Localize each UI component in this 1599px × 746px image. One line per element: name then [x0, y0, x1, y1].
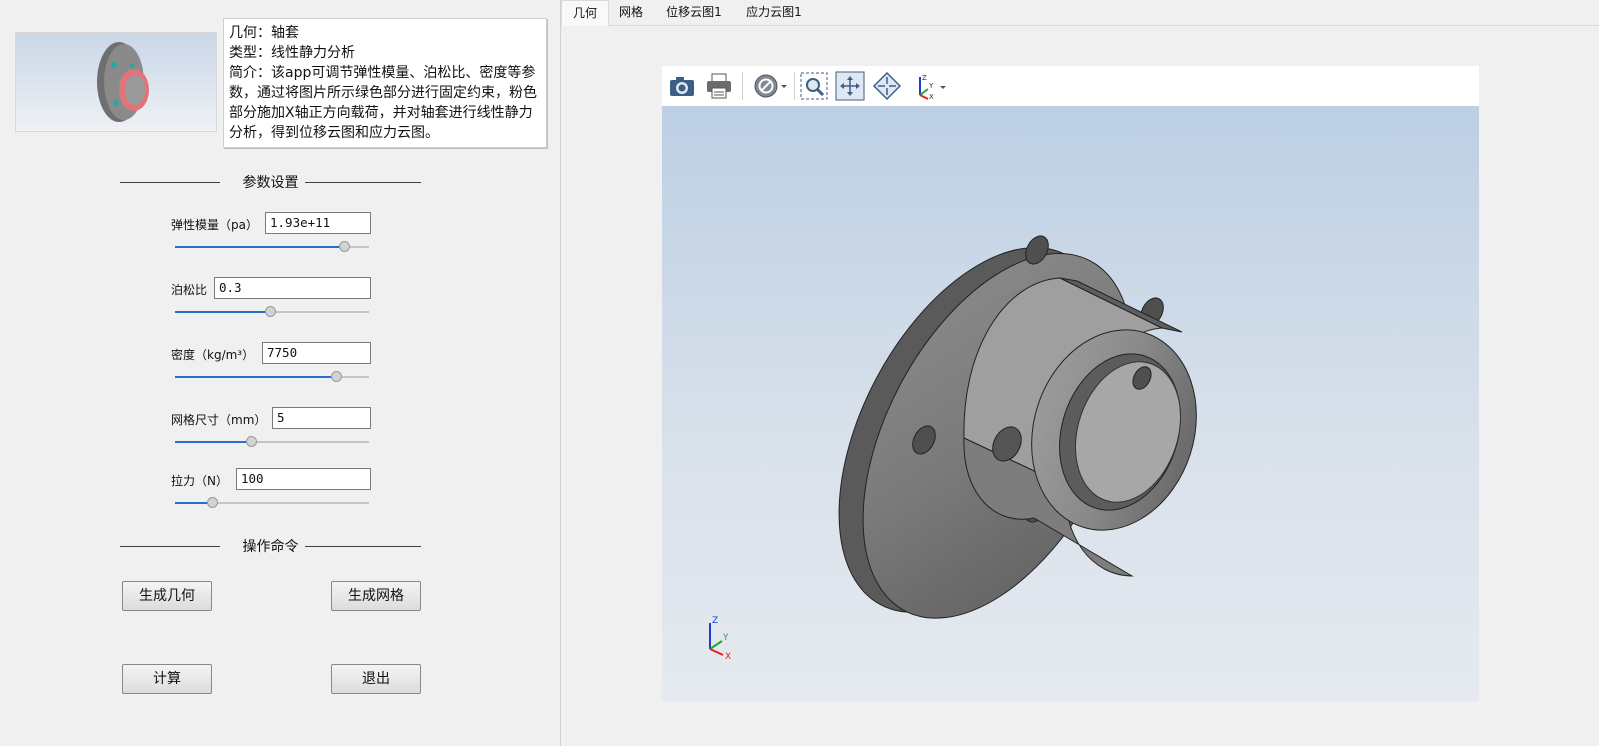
- force-slider[interactable]: [175, 497, 369, 509]
- description-type: 类型：线性静力分析: [229, 45, 355, 61]
- description-geometry: 几何：轴套: [229, 25, 299, 41]
- axis-z-label: Z: [712, 616, 718, 626]
- exit-button[interactable]: 退出: [331, 664, 421, 694]
- panel-divider: [560, 0, 561, 746]
- commands-section-title: 操作命令: [236, 539, 305, 555]
- tab-displacement[interactable]: 位移云图1: [661, 0, 727, 24]
- graphics-toolbar: ZYX: [662, 66, 1479, 106]
- param-label-mesh-size: 网格尺寸（mm）: [171, 413, 267, 427]
- axis-x-label: X: [725, 652, 731, 661]
- axis-triad: Z Y X: [709, 616, 731, 661]
- print-icon[interactable]: [704, 71, 734, 101]
- params-section-header: 参数设置: [120, 172, 421, 192]
- force-input[interactable]: 100: [236, 468, 371, 490]
- tab-geometry[interactable]: 几何: [561, 0, 609, 26]
- param-label-poisson: 泊松比: [171, 283, 208, 297]
- graphics-viewer[interactable]: ZYX Z Y X: [662, 66, 1479, 701]
- axis-y-label: Y: [722, 633, 729, 643]
- slider-handle[interactable]: [338, 241, 350, 252]
- param-label-youngs-modulus: 弹性模量（pa）: [171, 218, 258, 232]
- density-slider[interactable]: [175, 371, 369, 383]
- zoom-extents-icon[interactable]: [835, 71, 865, 101]
- svg-text:X: X: [929, 93, 934, 101]
- tab-stress[interactable]: 应力云图1: [741, 0, 807, 24]
- hide-icon[interactable]: [752, 71, 790, 101]
- bushing-model: [838, 235, 1197, 619]
- zoom-box-icon[interactable]: [799, 71, 829, 101]
- params-section-title: 参数设置: [236, 175, 305, 191]
- density-input[interactable]: 7750: [262, 342, 371, 364]
- slider-handle[interactable]: [331, 371, 343, 382]
- toolbar-separator: [794, 72, 795, 100]
- youngs-modulus-slider[interactable]: [175, 241, 369, 253]
- axis-orientation-icon[interactable]: ZYX: [912, 71, 948, 101]
- generate-mesh-button[interactable]: 生成网格: [331, 581, 421, 611]
- param-label-density: 密度（kg/m³）: [171, 348, 255, 362]
- poisson-ratio-slider[interactable]: [175, 306, 369, 318]
- param-label-force: 拉力（N）: [171, 474, 228, 488]
- svg-text:Z: Z: [922, 74, 927, 82]
- tab-mesh[interactable]: 网格: [611, 0, 651, 24]
- slider-handle[interactable]: [245, 436, 257, 447]
- 3d-canvas[interactable]: Z Y X: [662, 106, 1479, 701]
- toolbar-separator: [742, 72, 743, 100]
- compute-button[interactable]: 计算: [122, 664, 212, 694]
- slider-handle[interactable]: [265, 306, 277, 317]
- mesh-size-slider[interactable]: [175, 436, 369, 448]
- youngs-modulus-input[interactable]: 1.93e+11: [265, 212, 371, 234]
- description-intro: 简介：该app可调节弹性模量、泊松比、密度等参数，通过将图片所示绿色部分进行固定…: [229, 65, 537, 141]
- generate-geometry-button[interactable]: 生成几何: [122, 581, 212, 611]
- app-description: 几何：轴套 类型：线性静力分析 简介：该app可调节弹性模量、泊松比、密度等参数…: [223, 18, 547, 148]
- poisson-ratio-input[interactable]: 0.3: [214, 277, 371, 299]
- mesh-size-input[interactable]: 5: [272, 407, 371, 429]
- camera-icon[interactable]: [667, 71, 697, 101]
- slider-handle[interactable]: [206, 497, 218, 508]
- geometry-thumbnail: [15, 32, 217, 132]
- view-tabs: 几何 网格 位移云图1 应力云图1: [561, 0, 1599, 26]
- commands-section-header: 操作命令: [120, 536, 421, 556]
- svg-text:Y: Y: [928, 82, 934, 90]
- view-fit-icon[interactable]: [872, 71, 902, 101]
